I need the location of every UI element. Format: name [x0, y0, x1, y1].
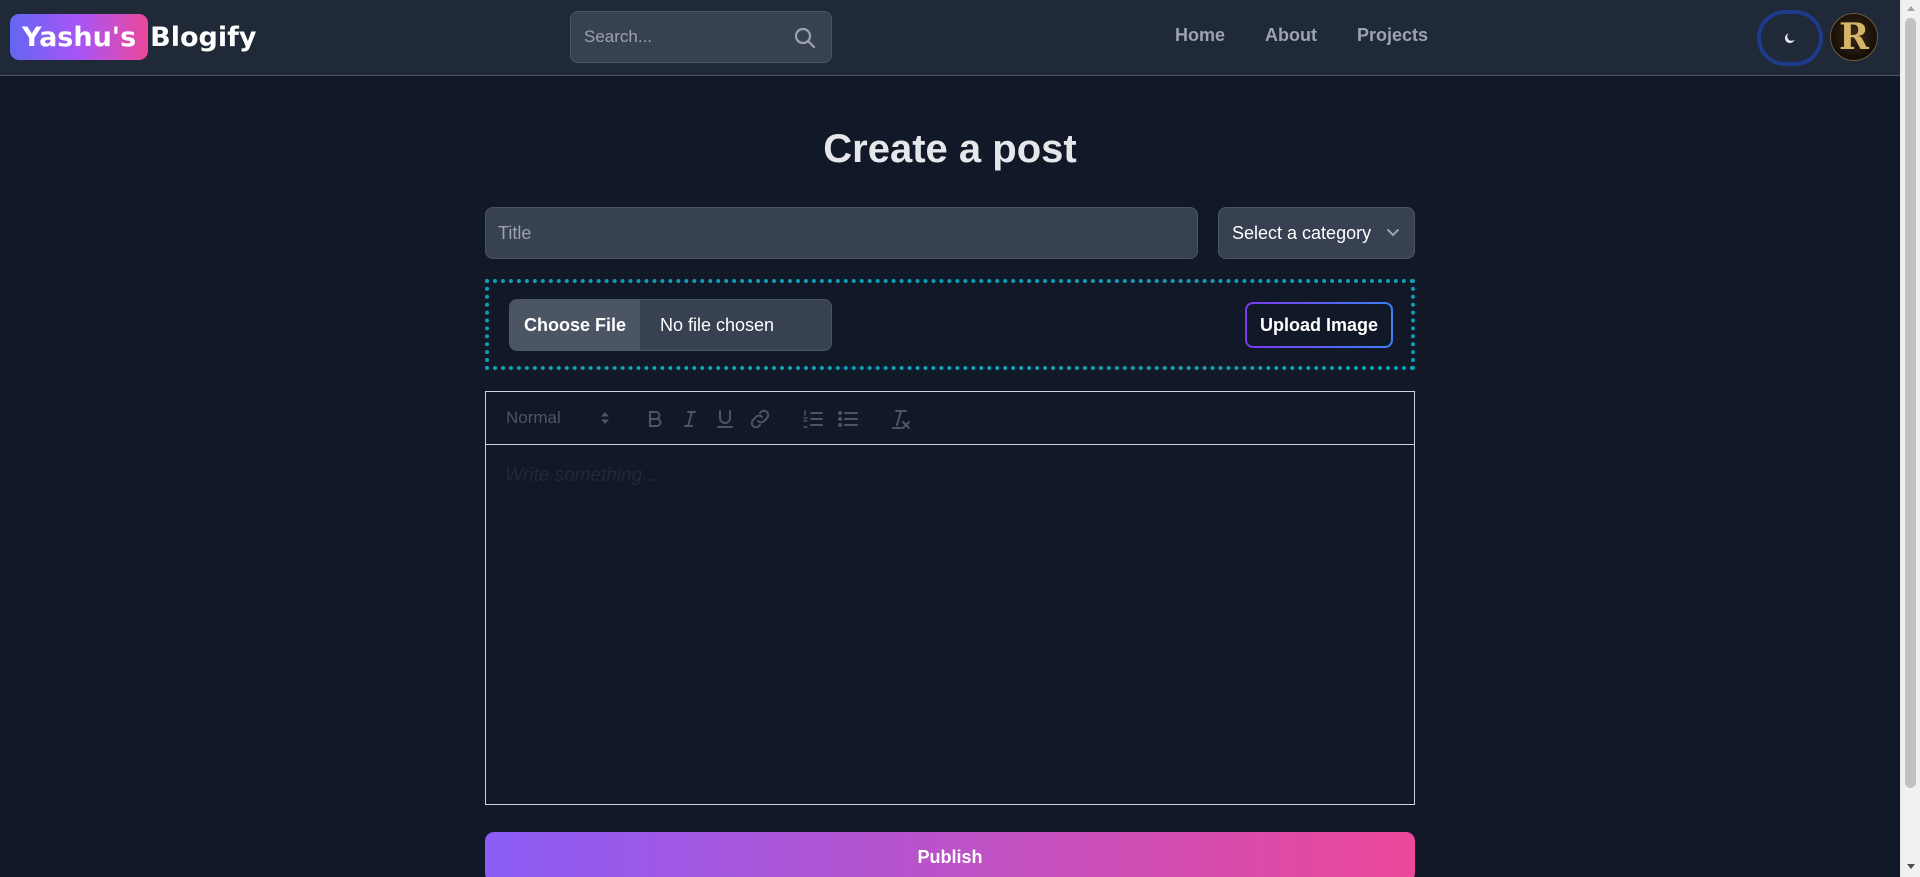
scroll-down-arrow-icon[interactable] — [1907, 864, 1915, 869]
bold-icon[interactable] — [644, 408, 666, 430]
title-input[interactable] — [485, 207, 1198, 259]
chevron-down-icon — [1387, 229, 1399, 237]
moon-icon — [1784, 33, 1795, 44]
bullet-list-icon[interactable] — [837, 408, 859, 430]
page-scrollbar[interactable] — [1900, 0, 1920, 877]
upload-image-label: Upload Image — [1247, 304, 1391, 346]
logo-text: Blogify — [150, 21, 257, 53]
search-input[interactable] — [571, 12, 781, 62]
clear-format-icon[interactable] — [890, 408, 912, 430]
scroll-thumb[interactable] — [1905, 18, 1916, 788]
search-icon[interactable] — [793, 26, 817, 50]
underline-icon[interactable] — [714, 408, 736, 430]
avatar[interactable]: R — [1830, 13, 1878, 61]
editor-content-area[interactable]: Write something... — [485, 444, 1415, 805]
select-arrows-icon — [601, 412, 609, 424]
image-upload-area: Choose File No file chosen Upload Image — [485, 279, 1415, 370]
scroll-up-arrow-icon[interactable] — [1907, 6, 1915, 11]
theme-toggle-button[interactable] — [1757, 10, 1823, 66]
format-select[interactable]: Normal — [506, 408, 610, 430]
nav-link-about[interactable]: About — [1265, 25, 1317, 46]
avatar-letter: R — [1839, 16, 1869, 58]
publish-button[interactable]: Publish — [485, 832, 1415, 877]
file-input[interactable]: Choose File No file chosen — [509, 299, 832, 351]
nav-link-projects[interactable]: Projects — [1357, 25, 1428, 46]
editor-placeholder: Write something... — [505, 465, 659, 486]
category-selected-value: Select a category — [1232, 222, 1372, 243]
file-status: No file chosen — [660, 314, 775, 335]
site-logo[interactable]: Yashu's Blogify — [10, 14, 256, 60]
link-icon[interactable] — [749, 408, 771, 430]
page-title: Create a post — [823, 127, 1077, 171]
italic-icon[interactable] — [679, 408, 701, 430]
search-box — [570, 11, 832, 63]
format-select-value: Normal — [506, 408, 561, 427]
editor-toolbar: Normal — [485, 391, 1415, 445]
choose-file-button[interactable]: Choose File — [510, 300, 640, 350]
nav-link-home[interactable]: Home — [1175, 25, 1225, 46]
upload-image-button[interactable]: Upload Image — [1245, 302, 1393, 348]
publish-label: Publish — [917, 846, 983, 867]
ordered-list-icon[interactable] — [802, 408, 824, 430]
navbar: Yashu's Blogify Home About Projects R — [0, 0, 1900, 76]
logo-badge: Yashu's — [10, 14, 149, 60]
nav-links: Home About Projects — [1175, 25, 1428, 46]
category-select[interactable]: Select a category — [1218, 207, 1415, 259]
